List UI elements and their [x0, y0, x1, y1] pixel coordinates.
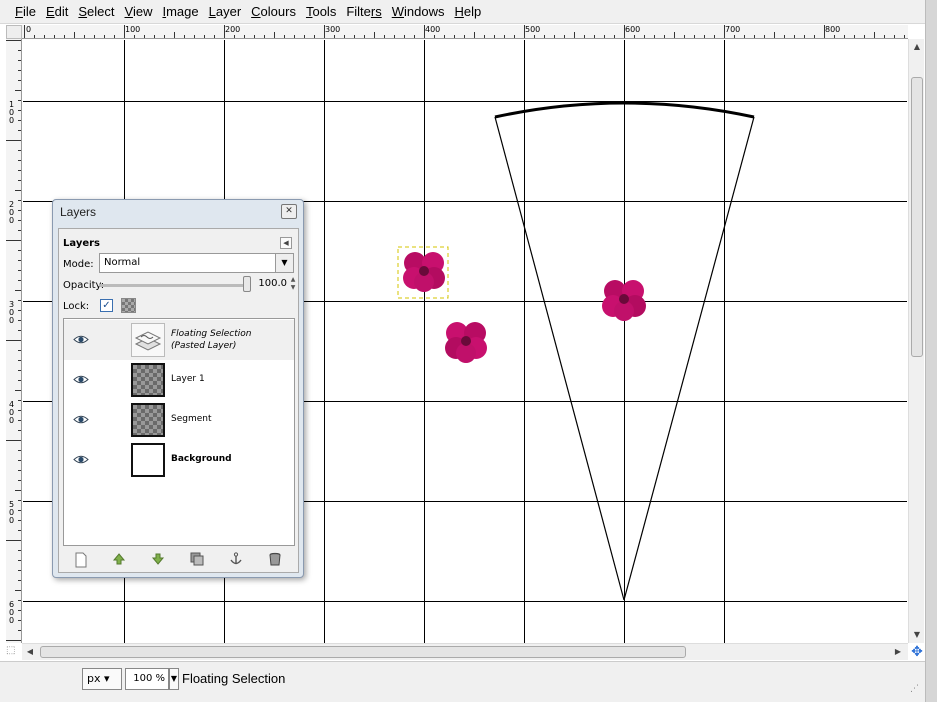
quick-mask-toggle-icon[interactable]: ⬚ [6, 645, 22, 659]
ruler-top-label: 500 [525, 25, 541, 34]
ruler-top-label: 100 [125, 25, 141, 34]
anchor-layer-icon[interactable] [228, 552, 244, 568]
layers-panel-heading: Layers [63, 238, 100, 249]
ruler-top-label: 600 [625, 25, 641, 34]
new-layer-icon[interactable] [73, 552, 89, 568]
opacity-value[interactable]: 100.0 [255, 275, 287, 293]
menu-bar: File Edit Select View Image Layer Colour… [0, 0, 937, 24]
horizontal-scroll-thumb[interactable] [40, 646, 686, 658]
ruler-corner-menu-button[interactable] [6, 25, 22, 39]
opacity-slider-handle[interactable] [243, 276, 251, 292]
menu-select[interactable]: Select [73, 0, 119, 24]
mode-label: Mode: [63, 259, 94, 270]
opacity-spin-icon[interactable]: ▲ ▼ [289, 276, 297, 292]
ruler-top-label: 300 [325, 25, 341, 34]
layer-row-segment[interactable]: Segment [64, 400, 294, 440]
menu-windows[interactable]: Windows [387, 0, 450, 24]
tab-menu-icon[interactable]: ◀ [280, 237, 292, 249]
eye-icon[interactable] [73, 454, 89, 465]
flower-segment [602, 280, 646, 321]
vertical-scrollbar[interactable]: ▲ ▼ [908, 39, 924, 643]
ruler-left-label: 300 [8, 300, 15, 325]
mode-value: Normal [104, 257, 141, 268]
flower-floating[interactable] [403, 252, 445, 292]
ruler-left-label: 400 [8, 400, 15, 425]
ruler-left-label: 500 [8, 500, 15, 525]
layer-thumbnail [131, 403, 165, 437]
opacity-label: Opacity: [63, 280, 105, 291]
layer-name: Background [171, 454, 232, 464]
ruler-top-label: 700 [725, 25, 741, 34]
layer-row-layer-1[interactable]: Layer 1 [64, 360, 294, 400]
ruler-left-label: 100 [8, 100, 15, 125]
floating-selection-thumbnail [131, 323, 165, 357]
layer-row-background[interactable]: Background [64, 440, 294, 480]
menu-colours[interactable]: Colours [246, 0, 301, 24]
menu-file[interactable]: File [10, 0, 41, 24]
layers-panel: Layers ◀ Mode: Normal ▼ Opacity: 100.0 ▲… [58, 228, 299, 573]
menu-view[interactable]: View [120, 0, 158, 24]
flower-layer1 [445, 322, 487, 363]
layer-name: Floating Selection (Pasted Layer) [171, 329, 252, 351]
menu-help[interactable]: Help [449, 0, 486, 24]
layer-thumbnail [131, 443, 165, 477]
raise-layer-icon[interactable] [111, 552, 127, 568]
ruler-left-label: 200 [8, 200, 15, 225]
scroll-down-icon[interactable]: ▼ [909, 627, 925, 643]
vertical-scroll-thumb[interactable] [911, 77, 923, 357]
zoom-dropdown-icon[interactable]: ▼ [169, 668, 179, 690]
status-bar: px ▾ 100 % ▼ Floating Selection ⋰ [0, 661, 925, 702]
layers-dialog-title: Layers [60, 205, 97, 219]
layers-dialog-titlebar[interactable]: Layers ✕ [53, 200, 303, 225]
menu-layer[interactable]: Layer [204, 0, 247, 24]
lock-alpha-icon[interactable] [121, 298, 136, 313]
menu-edit[interactable]: Edit [41, 0, 73, 24]
scroll-left-icon[interactable]: ◀ [22, 644, 38, 660]
lock-label: Lock: [63, 301, 90, 312]
layers-button-bar [63, 549, 295, 571]
resize-grip-icon[interactable]: ⋰ [910, 684, 922, 696]
vertical-ruler[interactable]: 100 200 300 400 500 600 [6, 39, 22, 643]
navigate-icon[interactable]: ✥ [909, 644, 925, 660]
horizontal-ruler[interactable]: 0 100 200 300 400 500 600 700 800 [22, 25, 908, 39]
eye-icon[interactable] [73, 414, 89, 425]
layer-name: Segment [171, 414, 212, 424]
ruler-left-label: 600 [8, 600, 15, 625]
opacity-slider[interactable] [99, 284, 247, 287]
window-right-edge [925, 0, 937, 702]
menu-image[interactable]: Image [157, 0, 203, 24]
layer-list[interactable]: Floating Selection (Pasted Layer) Layer 1… [63, 318, 295, 546]
horizontal-ruler-ticks [24, 25, 905, 38]
mode-select[interactable]: Normal ▼ [99, 253, 294, 273]
layer-thumbnail [131, 363, 165, 397]
zoom-input[interactable]: 100 % [125, 668, 169, 690]
ruler-top-label: 200 [225, 25, 241, 34]
close-icon[interactable]: ✕ [281, 204, 297, 219]
layer-name: Layer 1 [171, 374, 205, 384]
layer-row-floating-selection[interactable]: Floating Selection (Pasted Layer) [64, 320, 294, 360]
eye-icon[interactable] [73, 334, 89, 345]
ruler-top-label: 400 [425, 25, 441, 34]
scroll-up-icon[interactable]: ▲ [909, 39, 925, 55]
eye-icon[interactable] [73, 374, 89, 385]
ruler-top-label: 0 [26, 25, 32, 34]
lock-pixels-checkbox[interactable]: ✓ [100, 299, 113, 312]
menu-filters[interactable]: Filters [341, 0, 386, 24]
duplicate-layer-icon[interactable] [189, 552, 205, 568]
delete-layer-icon[interactable] [267, 552, 283, 568]
menu-tools[interactable]: Tools [301, 0, 341, 24]
chevron-down-icon[interactable]: ▼ [275, 254, 293, 272]
horizontal-scrollbar[interactable]: ◀ ▶ [22, 643, 908, 660]
scroll-right-icon[interactable]: ▶ [890, 644, 906, 660]
layers-dialog: Layers ✕ Layers ◀ Mode: Normal ▼ Opacity… [52, 199, 304, 578]
vertical-ruler-ticks [6, 40, 21, 641]
ruler-top-label: 800 [825, 25, 841, 34]
lower-layer-icon[interactable] [150, 552, 166, 568]
status-message: Floating Selection [182, 671, 286, 686]
unit-select[interactable]: px ▾ [82, 668, 122, 690]
